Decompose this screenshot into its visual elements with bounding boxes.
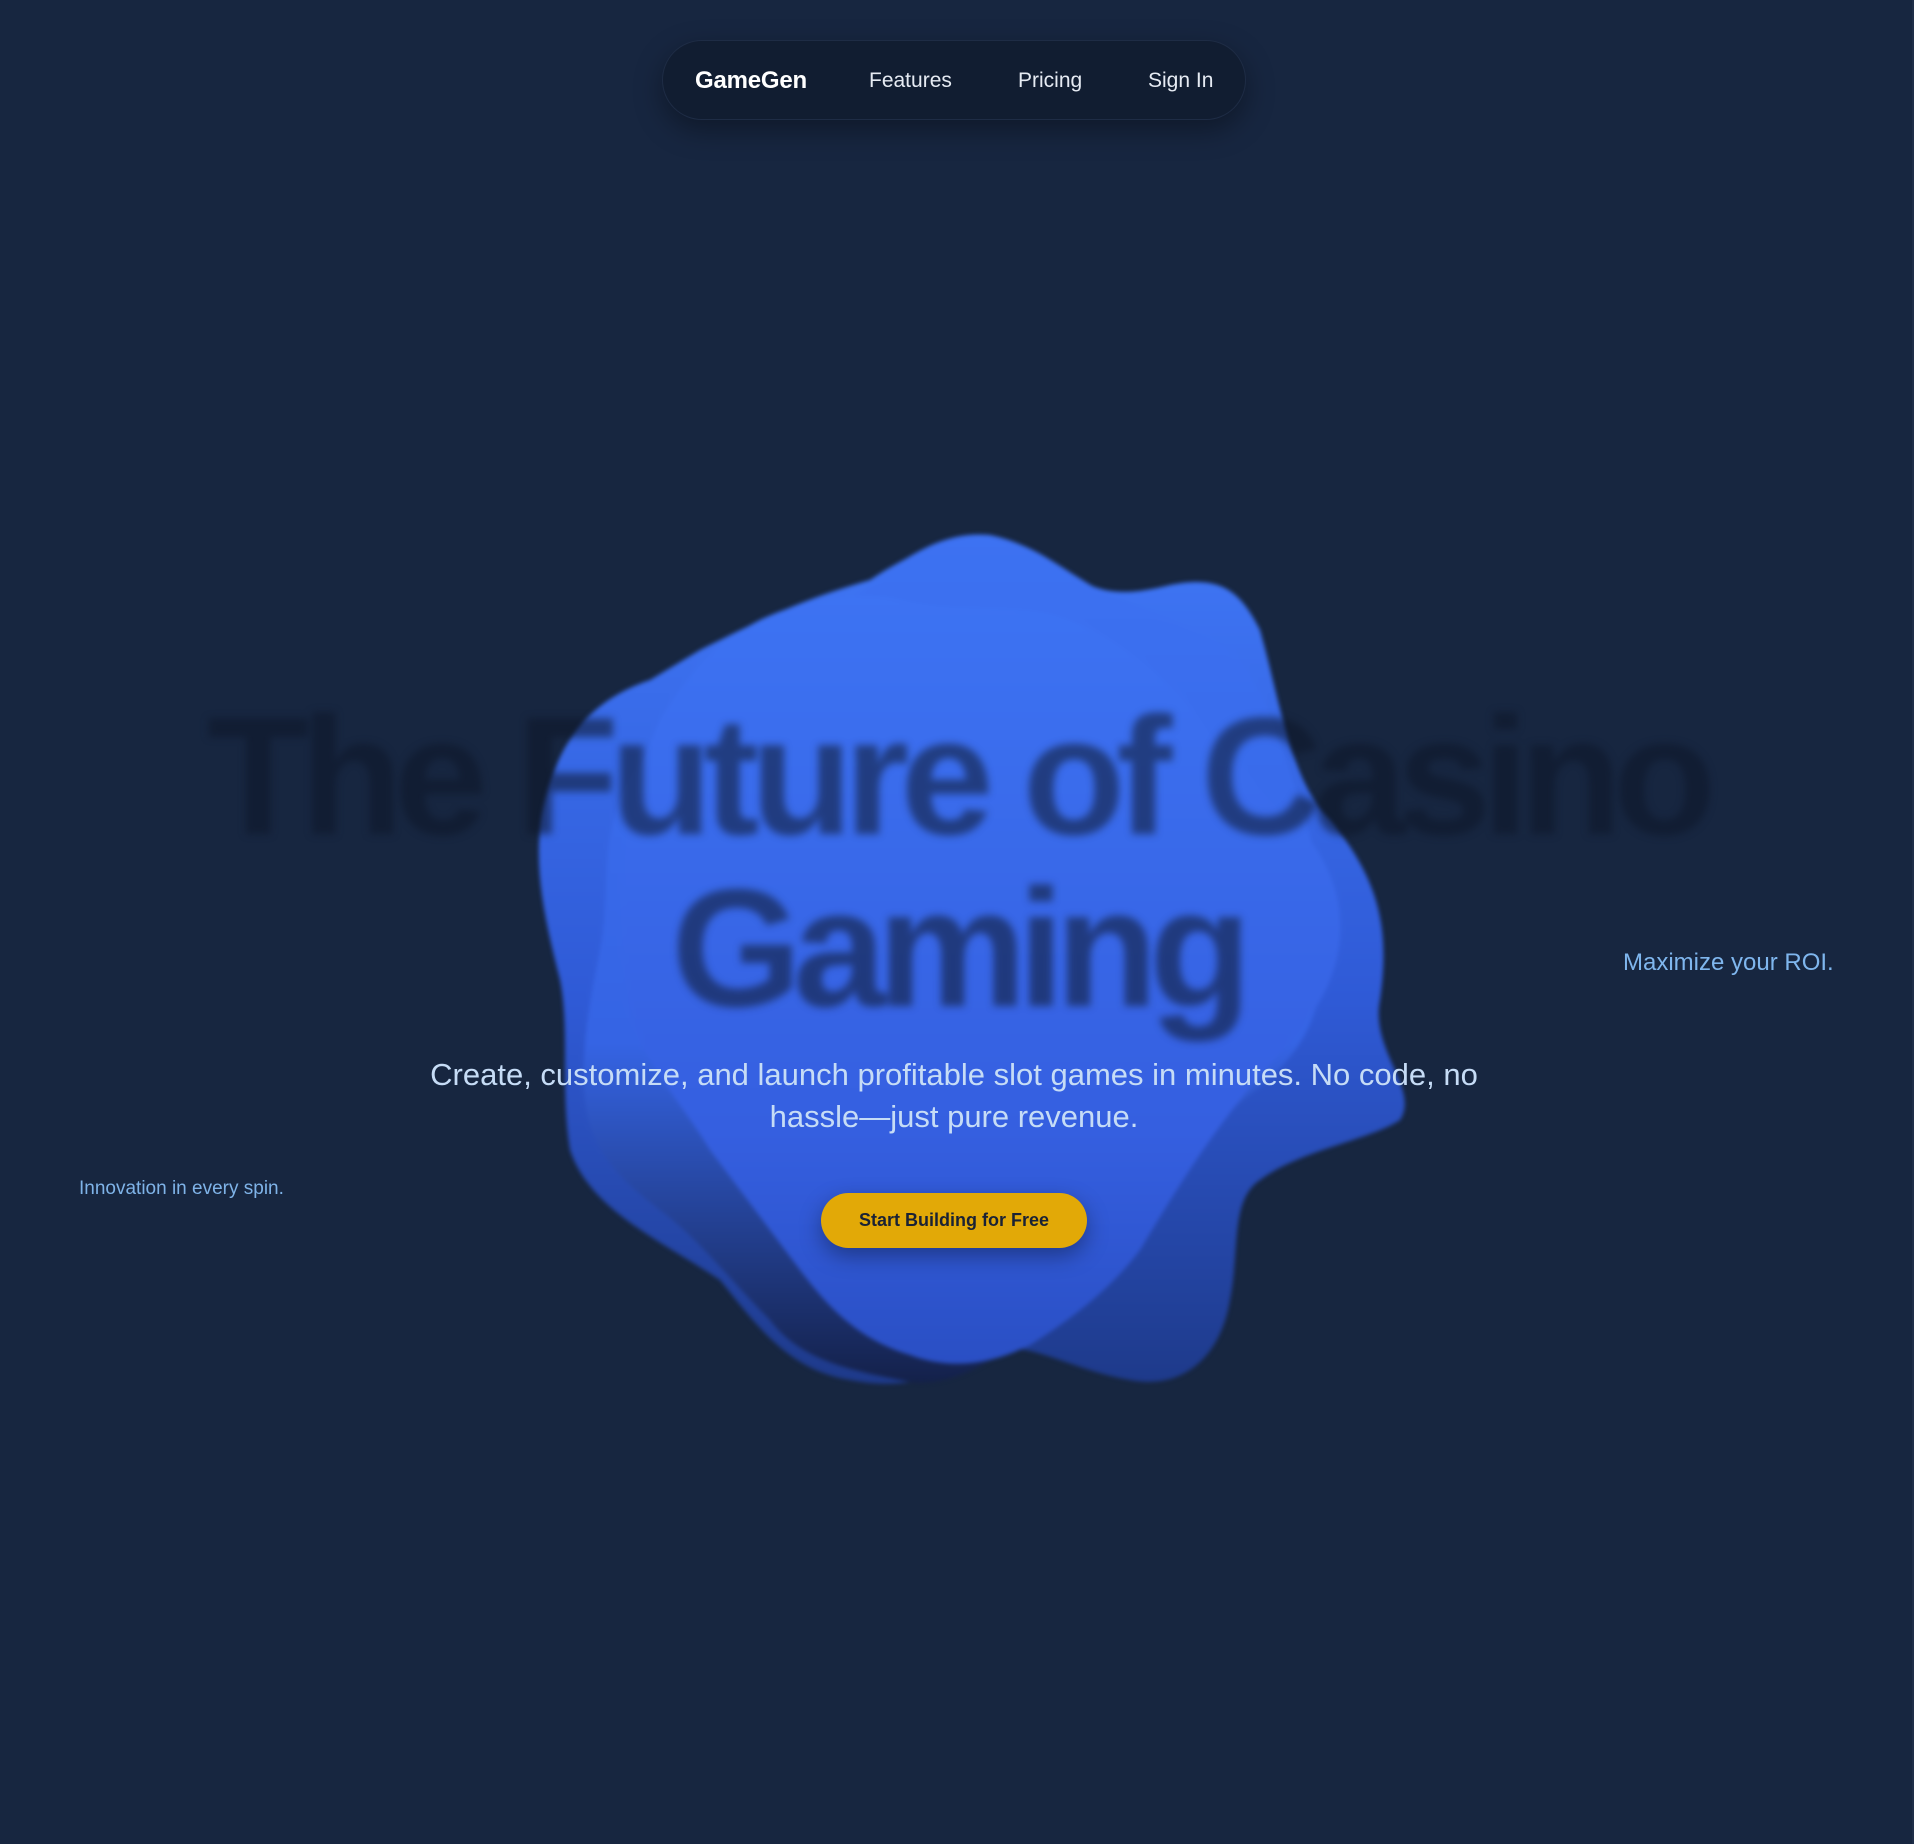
nav-link-sign-in[interactable]: Sign In [1148,41,1213,121]
top-navbar: GameGen Features Pricing Sign In [662,40,1246,120]
start-building-button[interactable]: Start Building for Free [821,1193,1087,1248]
nav-link-features[interactable]: Features [869,41,952,121]
hero-subtitle: Create, customize, and launch profitable… [430,1057,1478,1134]
nav-link-pricing[interactable]: Pricing [1018,41,1082,121]
hero-headline-line-2: Gaming [671,854,1251,1042]
hero-headline-line-1: The Future of Casino [207,682,1716,870]
landing-page: GameGen Features Pricing Sign In The Fut… [0,0,1914,1844]
tagline-roi: Maximize your ROI. [1623,949,1834,976]
tagline-innovation: Innovation in every spin. [79,1178,284,1199]
brand-logo-link[interactable]: GameGen [695,41,807,121]
hero-headline: The Future of Casino Gaming [100,690,1814,1034]
